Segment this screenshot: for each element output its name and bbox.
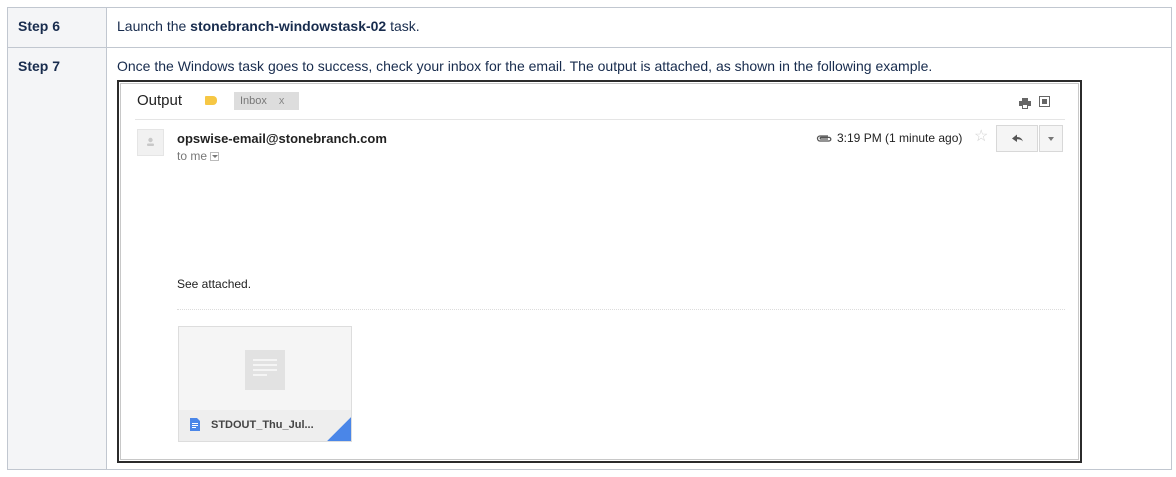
attachment-card[interactable]: STDOUT_Thu_Jul... <box>178 326 352 442</box>
avatar-placeholder-icon <box>147 137 154 146</box>
avatar <box>137 129 164 156</box>
label-tag-icon <box>205 96 217 105</box>
paperclip-icon <box>816 135 832 142</box>
email-body: See attached. <box>177 277 252 291</box>
step-label: Step 7 <box>7 47 107 470</box>
header-divider <box>135 119 1065 120</box>
step-description: Launch the stonebranch-windowstask-02 ta… <box>106 7 1172 48</box>
show-details-icon[interactable] <box>210 152 220 161</box>
step-text-tail: task. <box>386 18 420 34</box>
attachment-bar: STDOUT_Thu_Jul... <box>179 410 351 441</box>
google-doc-icon <box>190 418 200 431</box>
star-icon[interactable]: ☆ <box>974 129 988 145</box>
print-icon[interactable] <box>1019 98 1031 109</box>
message-time: 3:19 PM (1 minute ago) <box>837 131 963 145</box>
email-screenshot: Output Inbox x opswise-email@stonebranch.… <box>117 80 1082 463</box>
email-subject: Output <box>137 92 183 109</box>
more-options-button[interactable] <box>1039 125 1063 152</box>
remove-label-icon[interactable]: x <box>279 95 285 107</box>
reply-button[interactable] <box>996 125 1038 152</box>
recipient-line: to me <box>177 149 220 163</box>
step-text: Launch the <box>117 18 191 34</box>
attachments-divider <box>177 309 1065 310</box>
reply-icon <box>1012 134 1023 142</box>
step-label: Step 6 <box>7 7 107 48</box>
recipient-text: to me <box>177 149 208 163</box>
inbox-label-text: Inbox <box>240 95 267 107</box>
sender-email[interactable]: opswise-email@stonebranch.com <box>177 131 387 146</box>
document-thumbnail-icon <box>245 350 285 390</box>
new-window-icon[interactable] <box>1039 96 1050 107</box>
task-name: stonebranch-windowstask-02 <box>190 18 387 34</box>
attachment-filename[interactable]: STDOUT_Thu_Jul... <box>211 419 314 431</box>
inbox-label-chip[interactable]: Inbox x <box>234 92 299 110</box>
step-row: Step 6 Launch the stonebranch-windowstas… <box>7 7 1172 48</box>
attachment-corner-fold <box>327 417 351 441</box>
